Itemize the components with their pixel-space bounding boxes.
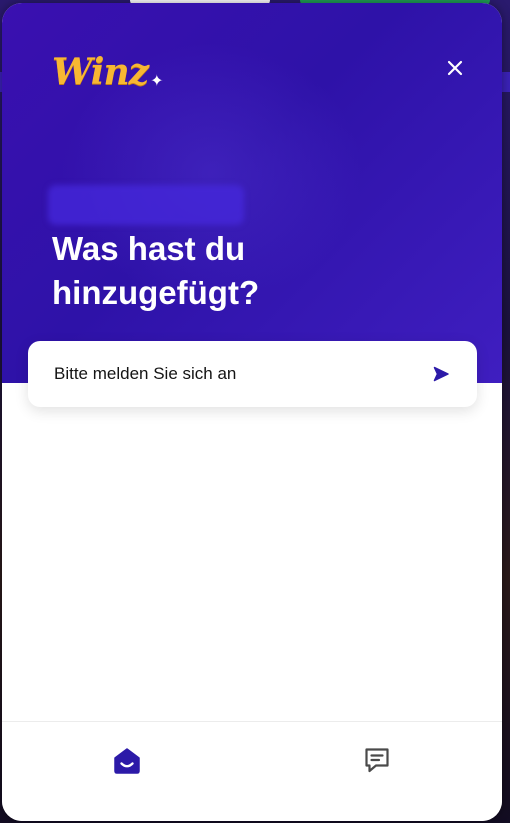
greeting-placeholder (48, 185, 244, 225)
tab-messages[interactable] (252, 722, 502, 821)
signin-label: Bitte melden Sie sich an (54, 364, 237, 383)
bottom-nav (2, 721, 502, 821)
home-icon (114, 748, 140, 774)
brand-logo: Winz ✦ (52, 50, 164, 94)
logo-wordmark: Winz (52, 51, 149, 93)
send-arrow-icon (431, 364, 451, 384)
messages-icon (365, 748, 389, 773)
headline-line-1: Was hast du (52, 230, 246, 267)
signin-button[interactable]: Bitte melden Sie sich an (28, 341, 477, 407)
sparkle-icon: ✦ (150, 70, 164, 90)
messenger-widget: Winz ✦ Was hast du hinzugefügt? Bitte me… (2, 3, 502, 821)
tab-home[interactable] (2, 722, 252, 821)
close-icon (447, 60, 463, 76)
page-title: Was hast du hinzugefügt? (52, 227, 452, 315)
headline-line-2: hinzugefügt? (52, 274, 260, 311)
close-button[interactable] (442, 55, 468, 81)
